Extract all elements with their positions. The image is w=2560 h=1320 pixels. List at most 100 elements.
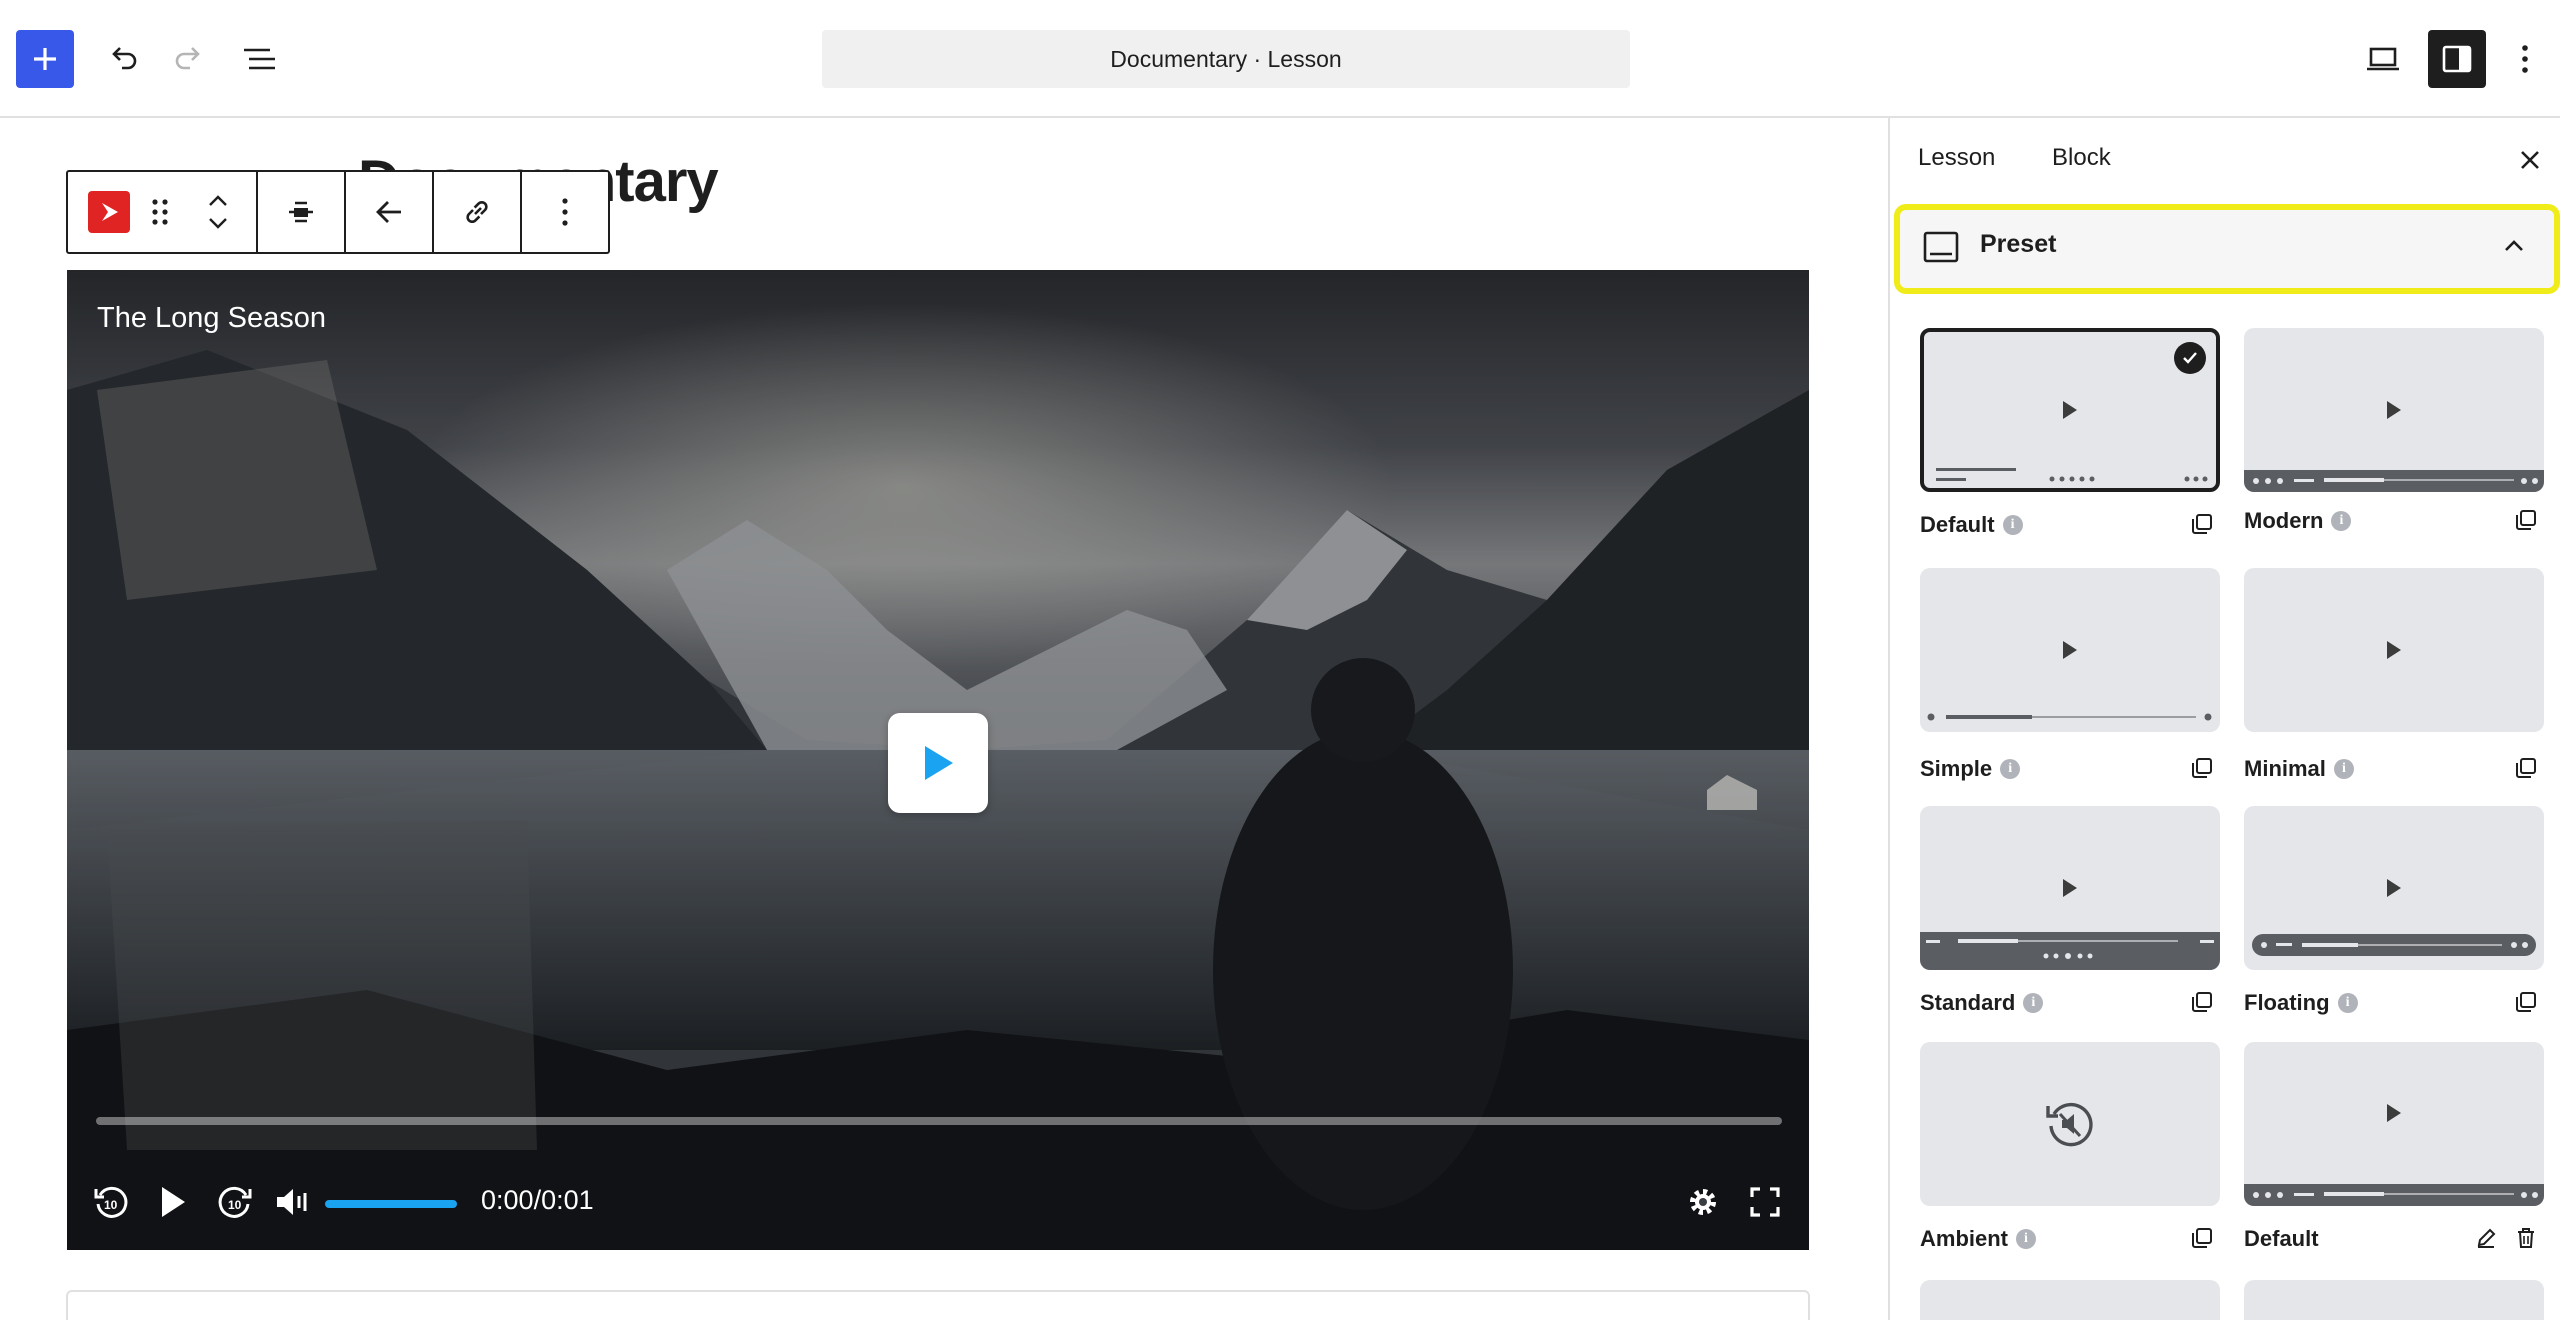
volume-icon xyxy=(277,1189,307,1215)
video-player[interactable]: The Long Season 10 10 0:00/0:01 xyxy=(67,270,1809,1250)
preset-name: Simple xyxy=(1920,756,1993,781)
preset-thumbnail-partial[interactable] xyxy=(1920,1280,2220,1320)
rewind-10-icon: 10 xyxy=(94,1186,128,1218)
options-menu-button[interactable] xyxy=(2500,30,2550,88)
preset-panel-header[interactable]: Preset xyxy=(1894,204,2560,294)
info-icon[interactable]: i xyxy=(2016,1229,2036,1249)
next-block[interactable] xyxy=(66,1290,1810,1320)
play-icon xyxy=(2063,401,2077,419)
edit-preset-button[interactable] xyxy=(2472,1224,2500,1252)
drag-handle[interactable] xyxy=(138,170,182,254)
info-icon[interactable]: i xyxy=(2023,993,2044,1013)
undo-button[interactable] xyxy=(94,30,152,88)
play-icon xyxy=(2063,641,2077,659)
volume-slider[interactable] xyxy=(325,1200,457,1208)
preset-thumbnail[interactable] xyxy=(1920,568,2220,732)
copy-icon xyxy=(2192,992,2212,1012)
time-display: 0:00/0:01 xyxy=(481,1185,594,1216)
block-type-group xyxy=(68,172,258,252)
preview-view-button[interactable] xyxy=(2354,30,2412,88)
laptop-icon xyxy=(2367,47,2399,71)
preset-thumbnail-partial[interactable] xyxy=(2244,1280,2544,1320)
block-options-button[interactable] xyxy=(522,172,608,252)
block-type-icon[interactable] xyxy=(88,191,130,233)
duplicate-preset-button[interactable] xyxy=(2188,510,2216,538)
preset-label: Ambient i xyxy=(1920,1226,2036,1252)
preset-label: Minimal i xyxy=(2244,756,2354,782)
controlbar-preview xyxy=(1920,932,2220,970)
current-time: 0:00 xyxy=(481,1185,534,1215)
chevron-up-icon[interactable] xyxy=(207,194,229,208)
settings-sidebar-toggle[interactable] xyxy=(2428,30,2486,88)
list-view-icon xyxy=(244,48,275,70)
copy-icon xyxy=(2516,992,2536,1012)
preset-thumbnail[interactable] xyxy=(2244,1042,2544,1206)
preset-label: Standard i xyxy=(1920,990,2044,1016)
preset-panel-title: Preset xyxy=(1980,230,2057,258)
info-icon[interactable]: i xyxy=(2002,515,2023,535)
back-group xyxy=(346,172,434,252)
duplicate-preset-button[interactable] xyxy=(2512,506,2540,534)
document-title-bar[interactable]: Documentary · Lesson xyxy=(822,30,1630,88)
duplicate-preset-button[interactable] xyxy=(2188,988,2216,1016)
rewind-10-button[interactable]: 10 xyxy=(89,1180,133,1224)
info-icon[interactable]: i xyxy=(2000,759,2021,779)
mute-button[interactable] xyxy=(271,1180,315,1224)
preset-thumbnail[interactable] xyxy=(2244,568,2544,732)
svg-text:10: 10 xyxy=(228,1198,242,1212)
drag-icon xyxy=(152,199,168,225)
chevron-down-icon[interactable] xyxy=(207,216,229,230)
play-icon xyxy=(2387,879,2401,897)
forward-10-button[interactable]: 10 xyxy=(213,1180,257,1224)
preset-name: Minimal xyxy=(2244,756,2326,781)
controlbar-preview xyxy=(2244,1184,2544,1206)
player-layout-icon xyxy=(1923,231,1959,263)
forward-10-icon: 10 xyxy=(218,1186,252,1218)
close-icon xyxy=(2521,151,2539,169)
fullscreen-button[interactable] xyxy=(1743,1180,1787,1224)
preset-label: Default i xyxy=(1920,512,2023,538)
collapse-panel-button[interactable] xyxy=(2496,228,2532,264)
play-button[interactable] xyxy=(151,1180,195,1224)
preset-label: Floating i xyxy=(2244,990,2358,1016)
info-icon[interactable]: i xyxy=(2337,993,2358,1013)
back-button[interactable] xyxy=(346,172,432,252)
info-icon[interactable]: i xyxy=(2331,511,2352,531)
video-title: The Long Season xyxy=(97,302,326,334)
editor-canvas: Documentary xyxy=(0,118,1888,1320)
settings-sidebar: Lesson Block Preset Default i Modern i S… xyxy=(1888,118,2560,1320)
preset-thumbnail[interactable] xyxy=(2244,806,2544,970)
big-play-button[interactable] xyxy=(888,713,988,813)
duplicate-preset-button[interactable] xyxy=(2188,754,2216,782)
align-button[interactable] xyxy=(258,172,344,252)
more-group xyxy=(522,172,608,252)
info-icon[interactable]: i xyxy=(2333,759,2354,779)
preset-thumbnail[interactable] xyxy=(1920,328,2220,492)
duration: 0:01 xyxy=(541,1185,594,1215)
video-progress-bar[interactable] xyxy=(96,1117,1782,1125)
play-icon xyxy=(2387,641,2401,659)
preset-thumbnail[interactable] xyxy=(2244,328,2544,492)
link-button[interactable] xyxy=(434,172,520,252)
tab-lesson[interactable]: Lesson xyxy=(1918,144,1995,172)
delete-preset-button[interactable] xyxy=(2512,1224,2540,1252)
copy-icon xyxy=(2192,514,2212,534)
controlbar-preview xyxy=(2244,470,2544,492)
play-icon xyxy=(162,1187,185,1217)
preset-thumbnail[interactable] xyxy=(1920,806,2220,970)
play-icon xyxy=(2387,1104,2401,1122)
preset-name: Default xyxy=(2244,1226,2319,1251)
preset-thumbnail[interactable] xyxy=(1920,1042,2220,1206)
redo-button[interactable] xyxy=(160,30,218,88)
add-block-button[interactable] xyxy=(16,30,74,88)
checkmark-icon xyxy=(2174,342,2206,374)
duplicate-preset-button[interactable] xyxy=(2512,754,2540,782)
document-overview-button[interactable] xyxy=(230,30,288,88)
tab-block[interactable]: Block xyxy=(2052,144,2111,172)
close-sidebar-button[interactable] xyxy=(2512,142,2548,178)
time-separator: / xyxy=(533,1185,542,1215)
gear-icon xyxy=(1690,1189,1716,1215)
settings-button[interactable] xyxy=(1681,1180,1725,1224)
duplicate-preset-button[interactable] xyxy=(2188,1224,2216,1252)
duplicate-preset-button[interactable] xyxy=(2512,988,2540,1016)
